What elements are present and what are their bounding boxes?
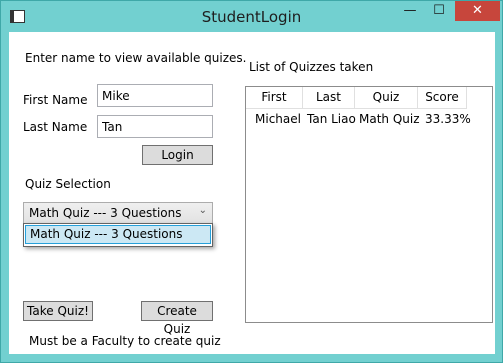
row-score: 33.33% [425, 112, 471, 126]
quizzes-taken-title: List of Quizzes taken [249, 60, 374, 74]
quiz-select-dropdown: Math Quiz --- 3 Questions [23, 223, 213, 247]
quiz-select[interactable]: Math Quiz --- 3 Questions ⌄ [23, 202, 213, 224]
row-last-name: Tan Liao [307, 112, 356, 126]
quiz-option[interactable]: Math Quiz --- 3 Questions [25, 225, 211, 244]
column-header-score[interactable]: Score [418, 87, 467, 109]
quiz-selection-label: Quiz Selection [25, 177, 111, 191]
title-bar[interactable]: StudentLogin — ☐ ✕ [1, 1, 502, 33]
row-quiz: Math Quiz [359, 112, 420, 126]
quizzes-taken-grid[interactable]: First Last Quiz Score Michael Tan Liao M… [245, 86, 493, 323]
quiz-option-label: Math Quiz --- 3 Questions [30, 227, 183, 241]
window-client-area: Enter name to view available quizes. Fir… [9, 32, 495, 354]
chevron-down-icon[interactable]: ⌄ [199, 205, 207, 216]
minimize-icon[interactable]: — [397, 1, 423, 21]
login-button[interactable]: Login [142, 145, 213, 165]
student-login-window: StudentLogin — ☐ ✕ Enter name to view av… [0, 0, 503, 363]
column-header-quiz[interactable]: Quiz [355, 87, 418, 109]
column-header-last[interactable]: Last [303, 87, 355, 109]
first-name-label: First Name [23, 93, 88, 107]
close-icon[interactable]: ✕ [455, 1, 500, 21]
create-quiz-button[interactable]: Create Quiz [141, 301, 213, 336]
row-first-name: Michael [255, 112, 301, 126]
faculty-note: Must be a Faculty to create quiz [29, 334, 221, 348]
last-name-label: Last Name [23, 120, 88, 134]
last-name-field[interactable] [97, 115, 213, 138]
take-quiz-button[interactable]: Take Quiz! [23, 301, 93, 321]
maximize-icon[interactable]: ☐ [426, 1, 452, 21]
quiz-select-value: Math Quiz --- 3 Questions [29, 206, 182, 220]
column-header-first[interactable]: First [246, 87, 303, 109]
first-name-field[interactable] [97, 84, 213, 107]
login-instructions: Enter name to view available quizes. [25, 51, 247, 65]
